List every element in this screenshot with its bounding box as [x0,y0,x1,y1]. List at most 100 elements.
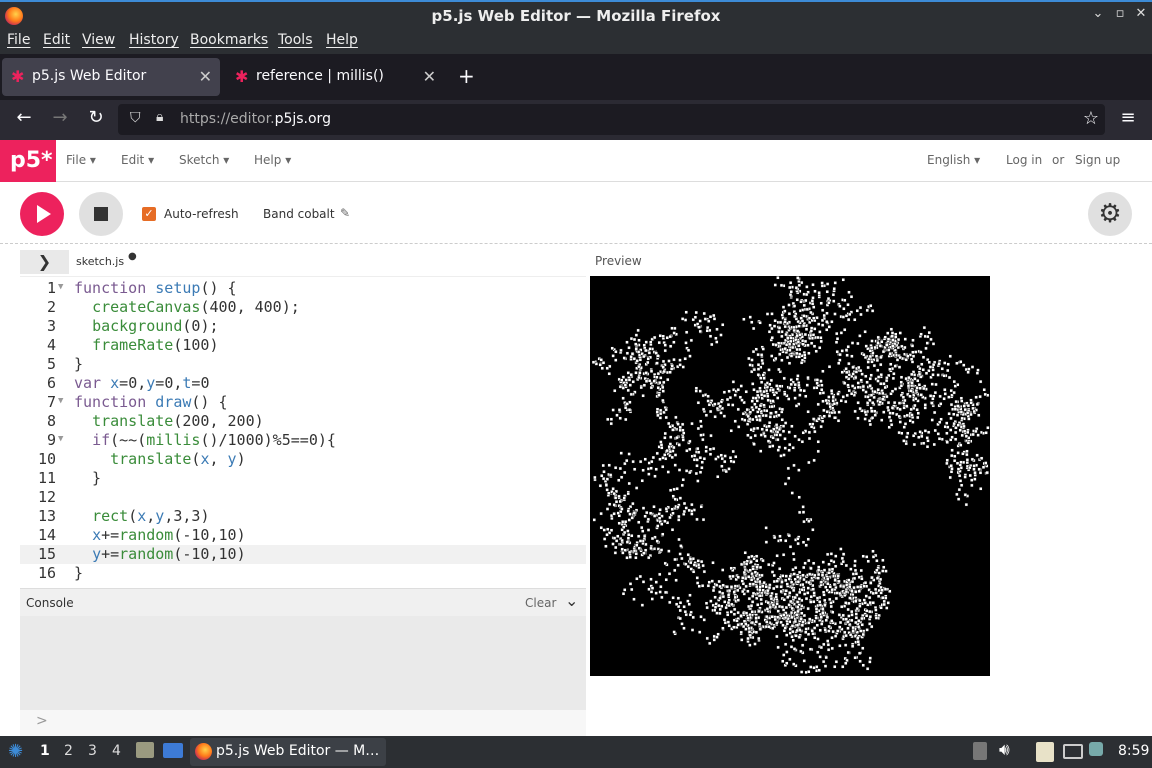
language-select[interactable]: English ▾ [927,153,980,167]
code-text: createCanvas(400, 400); [92,298,300,316]
code-text: y+=random(-10,10) [92,545,246,563]
p5-logo[interactable]: p5* [0,140,56,182]
maximize-icon[interactable]: ▫ [1110,6,1130,21]
desktop-icon[interactable] [163,743,183,758]
code-line[interactable]: 15 y+=random(-10,10) [20,545,586,564]
menu-file[interactable]: File [7,32,30,48]
code-line[interactable]: 10 translate(x, y) [20,450,586,469]
p5-menu-edit[interactable]: Edit ▾ [121,153,154,167]
p5-menu-sketch[interactable]: Sketch ▾ [179,153,229,167]
play-button[interactable] [20,192,64,236]
code-line[interactable]: 5} [20,355,586,374]
forward-icon[interactable]: → [48,107,72,128]
console-output [20,616,586,710]
bookmark-star-icon[interactable]: ☆ [1083,108,1099,129]
lock-icon[interactable]: 🔒︎ [156,109,163,125]
reload-icon[interactable]: ↻ [84,107,108,128]
expand-sidebar-chevron-icon[interactable]: ❯ [20,250,69,274]
file-manager-icon[interactable] [136,742,154,758]
new-tab-icon[interactable]: + [458,64,475,88]
code-line[interactable]: 16} [20,564,586,583]
p5-nav: p5* File ▾ Edit ▾ Sketch ▾ Help ▾ Englis… [0,140,1152,182]
code-text: function draw() { [74,393,228,411]
preview-label: Preview [595,254,642,268]
code-line[interactable]: 13 rect(x,y,3,3) [20,507,586,526]
workspace-2[interactable]: 2 [64,743,73,759]
menu-view[interactable]: View [82,32,115,48]
line-number: 10 [37,450,56,468]
fold-arrow-icon[interactable]: ▼ [58,278,63,297]
sketch-canvas[interactable] [590,276,990,676]
start-menu-icon[interactable]: ✺ [8,741,23,762]
p5-menu-help[interactable]: Help ▾ [254,153,291,167]
line-number: 5 [46,355,56,373]
url-text[interactable]: https://editor.p5js.org [180,111,331,127]
login-link[interactable]: Log in [1006,153,1042,167]
code-text: } [74,564,84,582]
line-number: 13 [37,507,56,525]
file-name[interactable]: sketch.js [76,255,124,268]
workspace-3[interactable]: 3 [88,743,97,759]
workspace-4[interactable]: 4 [112,743,121,759]
menu-edit[interactable]: Edit [43,32,70,48]
code-line[interactable]: 4 frameRate(100) [20,336,586,355]
notification-icon[interactable] [1089,742,1103,756]
code-line[interactable]: 8 translate(200, 200) [20,412,586,431]
taskbar: ✺ 1 2 3 4 p5.js Web Editor — M… 🔊︎ 8:59 [0,736,1152,768]
tab-p5-editor[interactable]: ✱ p5.js Web Editor ✕ [2,58,220,96]
shield-icon[interactable]: ⛉ [130,110,141,126]
workspace-1[interactable]: 1 [40,743,50,759]
code-editor[interactable]: 1 ▼ function setup() {2 createCanvas(400, … [20,276,586,585]
close-window-icon[interactable]: ✕ [1131,6,1151,21]
line-number: 14 [37,526,56,544]
minimize-icon[interactable]: ⌄ [1088,6,1108,21]
clear-console-button[interactable]: Clear [525,596,556,610]
sketch-name[interactable]: Band cobalt [263,207,335,221]
code-text: if(~~(millis()/1000)%5==0){ [92,431,336,449]
code-line[interactable]: 11 } [20,469,586,488]
code-line[interactable]: 3 background(0); [20,317,586,336]
menu-history[interactable]: History [129,32,179,48]
fold-arrow-icon[interactable]: ▼ [58,392,63,411]
chevron-down-icon: ▾ [148,153,155,167]
fold-arrow-icon[interactable]: ▼ [58,430,63,449]
taskbar-app-label: p5.js Web Editor — M… [216,743,380,759]
signup-link[interactable]: Sign up [1075,153,1120,167]
code-line[interactable]: 7 ▼ function draw() { [20,393,586,412]
collapse-console-chevron-icon[interactable]: ⌄ [565,591,578,610]
menu-help[interactable]: Help [326,32,358,48]
network-icon[interactable] [1063,744,1083,759]
stop-button[interactable] [79,192,123,236]
p5-menu-edit-label: Edit [121,153,145,167]
url-bar[interactable]: ⛉ 🔒︎ https://editor.p5js.org ☆ [118,104,1105,135]
code-line[interactable]: 12 [20,488,586,507]
close-tab-icon[interactable]: ✕ [199,67,212,86]
menu-tools[interactable]: Tools [278,32,313,48]
browser-menubar: File Edit View History Bookmarks Tools H… [0,30,1152,54]
code-line[interactable]: 14 x+=random(-10,10) [20,526,586,545]
console-input[interactable]: > [20,710,586,736]
settings-gear-icon[interactable]: ⚙ [1088,192,1132,236]
clipboard-icon[interactable] [973,742,987,760]
hamburger-menu-icon[interactable]: ≡ [1116,107,1140,128]
pencil-icon[interactable]: ✎ [340,206,350,220]
back-icon[interactable]: ← [12,107,36,128]
code-line[interactable]: 2 createCanvas(400, 400); [20,298,586,317]
close-tab-icon[interactable]: ✕ [423,67,436,86]
line-number: 6 [46,374,56,392]
code-line[interactable]: 6 var x=0,y=0,t=0 [20,374,586,393]
line-number: 1 [46,279,56,297]
code-line[interactable]: 1 ▼ function setup() { [20,279,586,298]
tab-reference-millis[interactable]: ✱ reference | millis() ✕ [226,58,444,96]
taskbar-app-firefox[interactable]: p5.js Web Editor — M… [190,738,386,766]
volume-icon[interactable]: 🔊︎ [999,740,1010,760]
url-domain: p5js.org [274,111,331,127]
menu-bookmarks[interactable]: Bookmarks [190,32,268,48]
code-line[interactable]: 9 ▼ if(~~(millis()/1000)%5==0){ [20,431,586,450]
p5-menu-file[interactable]: File ▾ [66,153,96,167]
auto-refresh-checkbox[interactable]: ✓ [142,207,156,221]
chevron-down-icon: ▾ [89,153,96,167]
line-number: 7 [46,393,56,411]
notes-icon[interactable] [1036,742,1054,762]
file-bar: ❯ sketch.js ● [20,248,586,276]
